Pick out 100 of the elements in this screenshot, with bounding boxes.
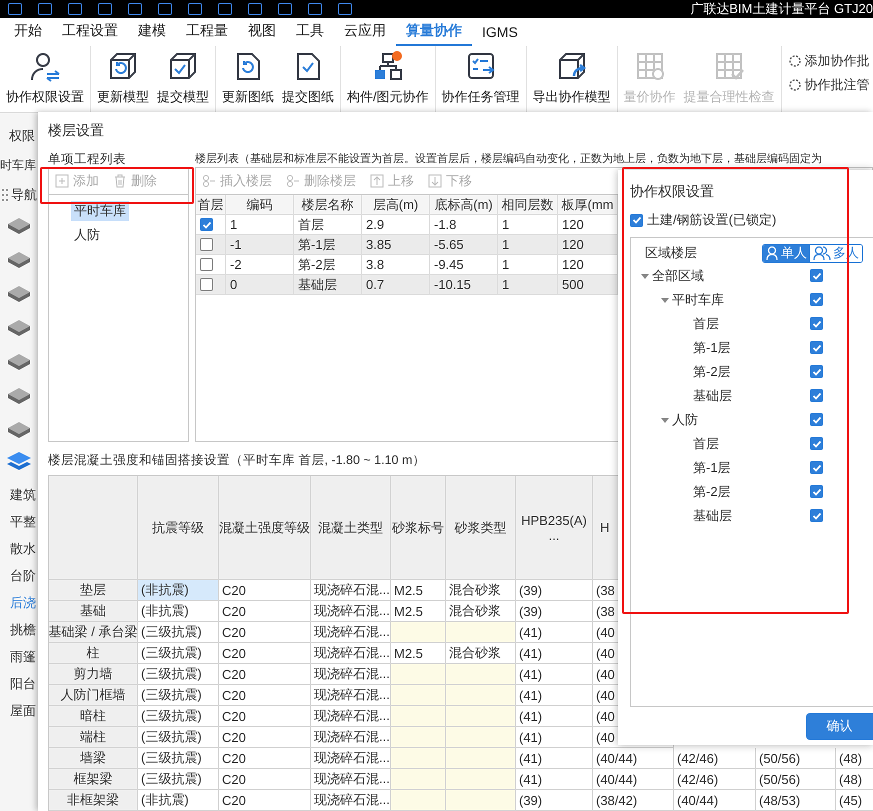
project-item[interactable]: 平时车库 xyxy=(71,201,129,221)
nav-item[interactable]: 建筑 xyxy=(10,486,38,504)
table-cell: C20 xyxy=(219,748,311,769)
table-cell: (41) xyxy=(516,727,593,748)
ribbon-button[interactable]: 导出协作模型 xyxy=(528,46,615,112)
ribbon-link[interactable]: 添加协作批 xyxy=(804,52,870,70)
tree-item[interactable]: 首层 xyxy=(693,315,719,333)
expander-caret-icon[interactable] xyxy=(641,274,649,278)
table-cell[interactable]: (非抗震) xyxy=(138,601,219,622)
row-header: 基础 xyxy=(49,601,138,622)
table-cell[interactable]: (三级抗震) xyxy=(138,622,219,643)
insert-icon xyxy=(202,174,216,188)
checkbox[interactable] xyxy=(810,317,823,330)
tree-item[interactable]: 平时车库 xyxy=(672,291,724,309)
confirm-button[interactable]: 确认 xyxy=(806,712,873,740)
ribbon-link[interactable]: 协作批注管 xyxy=(804,76,870,94)
toolbar-icon[interactable] xyxy=(158,3,172,15)
menu-tab[interactable]: 工程量 xyxy=(176,22,238,46)
tree-item[interactable]: 第-1层 xyxy=(693,459,731,477)
ribbon-button[interactable]: 更新模型 xyxy=(93,46,153,112)
checkbox[interactable] xyxy=(810,413,823,426)
ribbon-button[interactable]: 提交模型 xyxy=(153,46,213,112)
nav-item[interactable]: 雨篷 xyxy=(10,648,38,666)
checkbox[interactable] xyxy=(810,485,823,498)
expander-caret-icon[interactable] xyxy=(661,418,669,422)
cube-check-icon xyxy=(167,50,199,82)
ribbon-button[interactable]: 更新图纸 xyxy=(218,46,278,112)
tree-item[interactable]: 第-1层 xyxy=(693,339,731,357)
checkbox[interactable] xyxy=(810,269,823,282)
toolbar-icon[interactable] xyxy=(8,3,22,15)
menu-tab[interactable]: 云应用 xyxy=(334,22,396,46)
checkbox[interactable] xyxy=(200,218,213,231)
table-cell[interactable]: (非抗震) xyxy=(138,580,219,601)
panel-title: 协作权限设置 xyxy=(630,182,715,201)
nav-item[interactable]: 挑檐 xyxy=(10,621,38,639)
tree-item[interactable]: 第-2层 xyxy=(693,483,731,501)
menu-tab[interactable]: IGMS xyxy=(472,24,528,46)
menu-tab[interactable]: 工具 xyxy=(286,22,334,46)
table-cell[interactable]: (非抗震) xyxy=(138,790,219,811)
nav-item[interactable]: 平整 xyxy=(10,513,38,531)
checkbox[interactable] xyxy=(810,389,823,402)
toolbar-icon[interactable] xyxy=(338,3,352,15)
checkbox[interactable] xyxy=(810,509,823,522)
table-cell: (45) xyxy=(836,790,873,811)
table-cell[interactable]: (三级抗震) xyxy=(138,769,219,790)
checkbox[interactable] xyxy=(810,461,823,474)
table-cell: 1 xyxy=(498,275,558,295)
table-cell: (50/56) xyxy=(756,748,836,769)
ribbon-button[interactable]: 协作权限设置 xyxy=(2,46,88,112)
nav-item[interactable]: 屋面 xyxy=(10,702,38,720)
checkbox[interactable] xyxy=(200,238,213,251)
tree-item[interactable]: 基础层 xyxy=(693,387,732,405)
mode-toggle[interactable]: 单人 xyxy=(763,244,810,262)
toolbar-icon[interactable] xyxy=(248,3,262,15)
toolbar-icon[interactable] xyxy=(278,3,292,15)
expander-caret-icon[interactable] xyxy=(661,298,669,302)
table-cell[interactable]: (三级抗震) xyxy=(138,664,219,685)
checkbox[interactable] xyxy=(810,293,823,306)
nav-item[interactable]: 后浇 xyxy=(10,594,38,612)
toolbar-icon[interactable] xyxy=(98,3,112,15)
tree-item[interactable]: 基础层 xyxy=(693,507,732,525)
table-cell[interactable]: (三级抗震) xyxy=(138,706,219,727)
drag-handle-icon[interactable] xyxy=(2,188,8,202)
panel-tab[interactable]: 权限 xyxy=(0,113,35,157)
toolbar-icon[interactable] xyxy=(188,3,202,15)
table-cell[interactable]: (三级抗震) xyxy=(138,748,219,769)
checkbox[interactable] xyxy=(810,437,823,450)
table-cell[interactable]: (三级抗震) xyxy=(138,727,219,748)
checkbox[interactable] xyxy=(200,258,213,271)
tree-item[interactable]: 全部区域 xyxy=(652,267,704,285)
tree-item[interactable]: 第-2层 xyxy=(693,363,731,381)
nav-item[interactable]: 阳台 xyxy=(10,675,38,693)
table-cell[interactable]: (三级抗震) xyxy=(138,643,219,664)
checkbox[interactable] xyxy=(810,365,823,378)
ribbon-button[interactable]: 构件/图元协作 xyxy=(343,46,433,112)
toolbar-icon[interactable] xyxy=(38,3,52,15)
nav-item[interactable]: 台阶 xyxy=(10,567,38,585)
checkbox[interactable] xyxy=(630,214,643,226)
tree-item[interactable]: 人防 xyxy=(672,411,698,429)
table-cell: M2.5 xyxy=(391,580,446,601)
checkbox[interactable] xyxy=(810,341,823,354)
table-cell: (48) xyxy=(836,748,873,769)
table-cell: -5.65 xyxy=(430,235,498,255)
checkbox[interactable] xyxy=(200,278,213,291)
ribbon-button[interactable]: 协作任务管理 xyxy=(438,46,524,112)
ribbon-button[interactable]: 提交图纸 xyxy=(278,46,338,112)
menu-tab[interactable]: 建模 xyxy=(128,22,176,46)
toolbar-icon[interactable] xyxy=(218,3,232,15)
menu-tab[interactable]: 开始 xyxy=(4,22,52,46)
tree-item[interactable]: 首层 xyxy=(693,435,719,453)
toolbar-icon[interactable] xyxy=(128,3,142,15)
menu-tab[interactable]: 工程设置 xyxy=(52,22,128,46)
toolbar-icon[interactable] xyxy=(308,3,322,15)
menu-tab[interactable]: 视图 xyxy=(238,22,286,46)
project-item[interactable]: 人防 xyxy=(71,225,103,245)
toolbar-icon[interactable] xyxy=(68,3,82,15)
table-cell: C20 xyxy=(219,622,311,643)
table-cell: (40/44) xyxy=(593,748,674,769)
table-cell[interactable]: (三级抗震) xyxy=(138,685,219,706)
nav-item[interactable]: 散水 xyxy=(10,540,38,558)
